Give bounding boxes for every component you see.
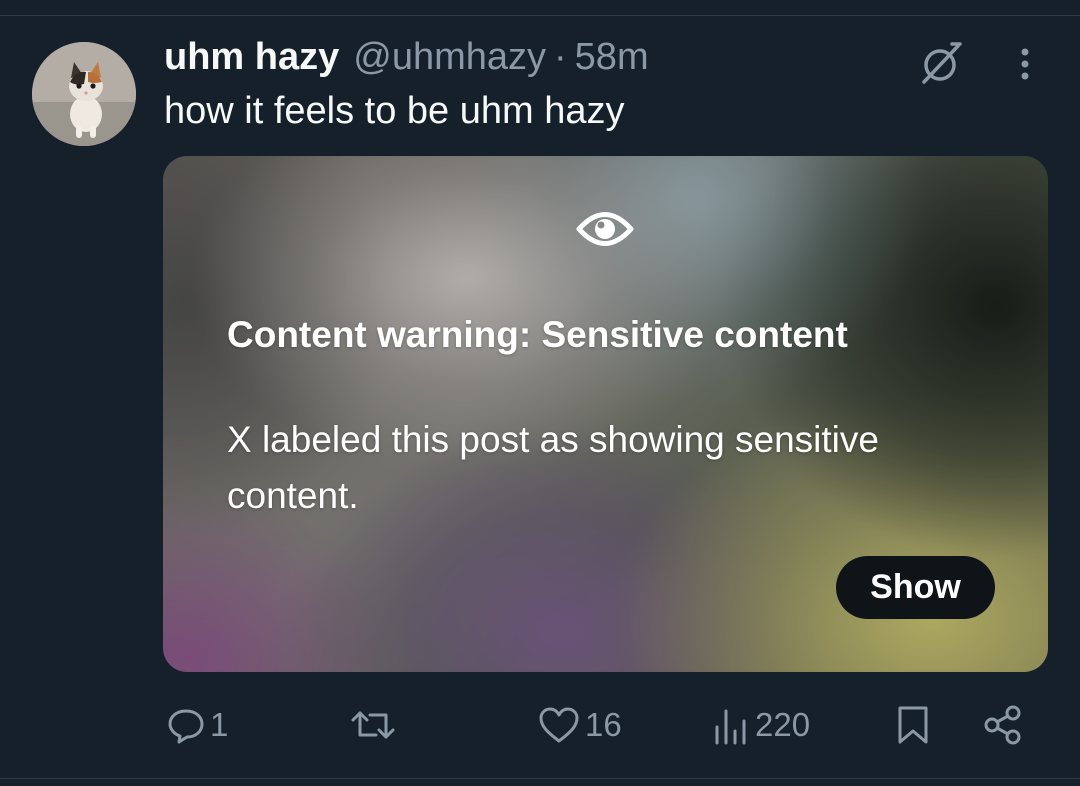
content-warning-title: Content warning: Sensitive content (227, 314, 848, 355)
share-icon (982, 704, 1024, 746)
views-icon (713, 705, 751, 745)
divider-bottom (0, 778, 1080, 779)
post-time[interactable]: 58m (575, 36, 649, 79)
reply-button[interactable]: 1 (166, 700, 228, 750)
display-name[interactable]: uhm hazy (164, 36, 339, 79)
show-button[interactable]: Show (836, 556, 995, 619)
post-text: how it feels to be uhm hazy (164, 90, 625, 132)
like-icon (537, 705, 581, 745)
post[interactable]: uhm hazy @uhmhazy · 58m how it feels to … (0, 0, 1080, 786)
avatar-image (32, 42, 136, 146)
repost-button[interactable] (350, 700, 400, 750)
grok-icon[interactable] (916, 40, 964, 88)
divider-top (0, 15, 1080, 16)
share-button[interactable] (982, 700, 1024, 750)
views-count: 220 (755, 706, 811, 743)
more-options-icon[interactable] (1010, 42, 1040, 86)
content-warning-description: X labeled this post as showing sensitive… (227, 419, 879, 516)
separator-dot: · (554, 36, 567, 78)
eye-icon (575, 206, 635, 252)
bookmark-icon (895, 704, 931, 746)
like-button[interactable]: 16 (537, 700, 622, 750)
bookmark-button[interactable] (895, 700, 931, 750)
reply-count: 1 (210, 706, 229, 743)
views-button[interactable]: 220 (713, 700, 810, 750)
sensitive-media[interactable]: Content warning: Sensitive content X lab… (163, 156, 1048, 672)
repost-icon (350, 705, 396, 745)
reply-icon (166, 705, 206, 745)
like-count: 16 (585, 706, 622, 743)
user-handle[interactable]: @uhmhazy (353, 36, 546, 79)
avatar[interactable] (32, 42, 136, 146)
post-header: uhm hazy @uhmhazy · 58m (164, 36, 649, 86)
